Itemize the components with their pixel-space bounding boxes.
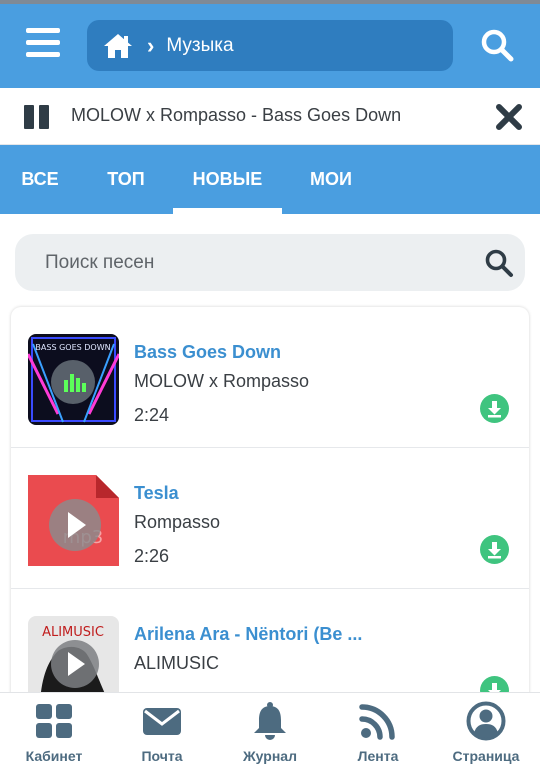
download-icon (488, 401, 501, 418)
pause-icon[interactable] (24, 105, 50, 129)
song-item[interactable]: ALIMUSIC Arilena Ara - Nëntori (Be ... A… (11, 589, 529, 707)
song-artist: Rompasso (134, 512, 221, 532)
svg-text:ALIMUSIC: ALIMUSIC (42, 625, 104, 640)
app-header: › Музыка (0, 0, 540, 88)
nav-journal[interactable]: Журнал (216, 693, 324, 775)
rss-icon (359, 704, 395, 740)
close-icon[interactable] (495, 103, 523, 131)
svg-text:BASS GOES DOWN: BASS GOES DOWN (35, 343, 110, 352)
nav-label: Лента (357, 748, 399, 764)
album-cover: mp3 (28, 475, 119, 566)
search-icon[interactable] (480, 28, 514, 62)
tab-mine[interactable]: МОИ (290, 145, 372, 214)
bottom-nav: Кабинет Почта Журнал Лента Страница (0, 692, 540, 775)
download-button[interactable] (480, 535, 509, 564)
song-artist: ALIMUSIC (134, 653, 220, 673)
nav-label: Кабинет (25, 748, 83, 764)
song-title[interactable]: Arilena Ara - Nëntori (Be ... (134, 624, 362, 645)
song-title[interactable]: Bass Goes Down (134, 342, 281, 363)
tab-top[interactable]: ТОП (86, 145, 166, 214)
download-button[interactable] (480, 394, 509, 423)
nav-page[interactable]: Страница (432, 693, 540, 775)
song-item[interactable]: BASS GOES DOWN Bass Goes Down MOLOW x Ro… (11, 307, 529, 448)
song-search-box (15, 234, 525, 291)
now-playing-bar: MOLOW x Rompasso - Bass Goes Down (0, 88, 540, 145)
home-icon[interactable] (103, 33, 133, 59)
song-list: BASS GOES DOWN Bass Goes Down MOLOW x Ro… (11, 307, 529, 707)
search-icon[interactable] (484, 248, 514, 278)
tab-all[interactable]: ВСЕ (0, 145, 80, 214)
nav-feed[interactable]: Лента (324, 693, 432, 775)
song-duration: 2:24 (134, 405, 170, 425)
song-duration: 2:26 (134, 546, 170, 566)
album-cover: BASS GOES DOWN (28, 334, 119, 425)
song-search-input[interactable] (45, 248, 445, 278)
tab-new[interactable]: НОВЫЕ (173, 145, 282, 214)
song-title[interactable]: Tesla (134, 483, 179, 504)
music-page: › Музыка MOLOW x Rompasso - Bass Goes Do… (0, 0, 540, 775)
user-icon (466, 701, 506, 741)
nav-cabinet[interactable]: Кабинет (0, 693, 108, 775)
status-strip (0, 0, 540, 4)
song-artist: MOLOW x Rompasso (134, 371, 310, 391)
grid-icon (36, 704, 72, 738)
download-icon (488, 542, 501, 559)
breadcrumb[interactable]: › Музыка (87, 20, 453, 71)
menu-icon[interactable] (26, 28, 60, 58)
music-tabs: ВСЕ ТОП НОВЫЕ МОИ (0, 145, 540, 214)
nav-label: Почта (141, 748, 183, 764)
nav-label: Страница (452, 748, 520, 764)
bell-icon (254, 702, 286, 740)
song-item[interactable]: mp3 Tesla Rompasso 2:26 (11, 448, 529, 589)
now-playing-title: MOLOW x Rompasso - Bass Goes Down (71, 105, 402, 125)
nav-mail[interactable]: Почта (108, 693, 216, 775)
nav-label: Журнал (243, 748, 297, 764)
chevron-right-icon: › (147, 32, 155, 58)
mail-icon (143, 708, 181, 735)
breadcrumb-label[interactable]: Музыка (166, 35, 233, 57)
